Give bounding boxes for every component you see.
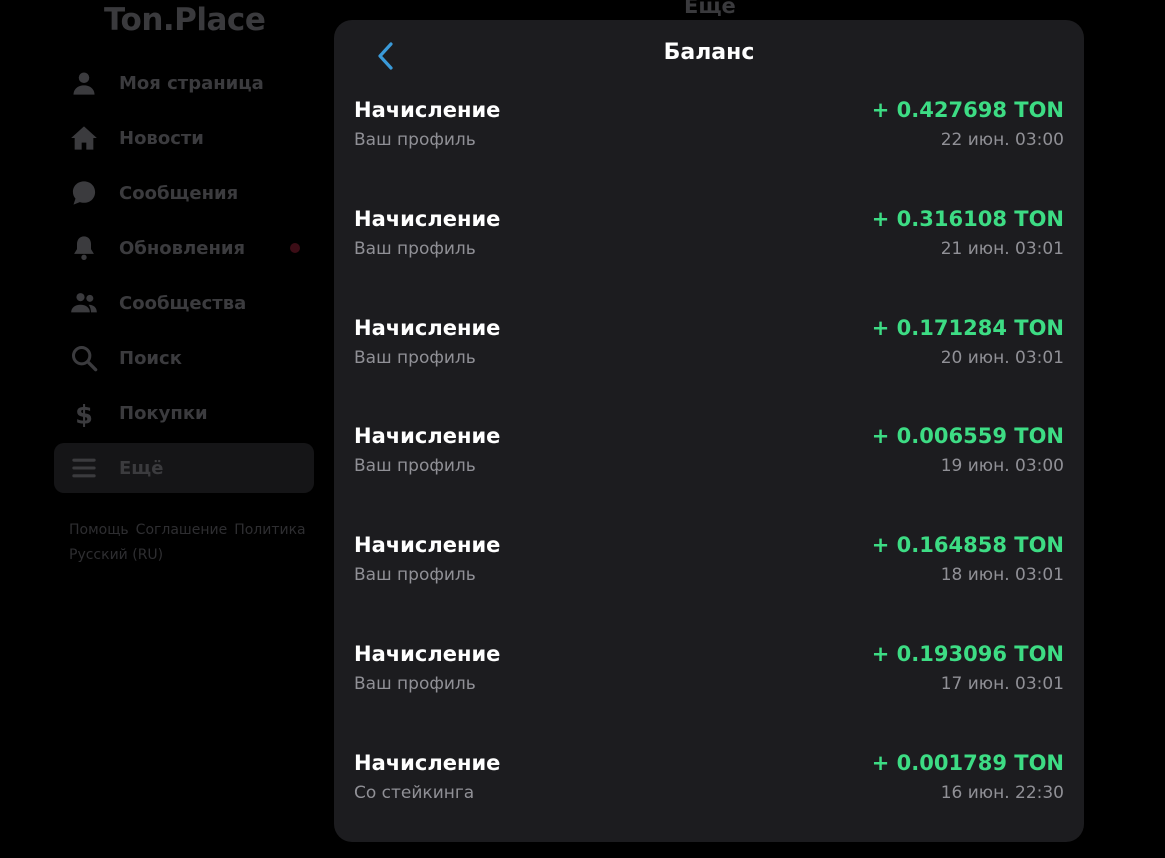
transaction-type: Начисление	[354, 206, 501, 231]
transaction-amount: + 0.171284 TON	[871, 315, 1064, 340]
transaction-amount: + 0.427698 TON	[871, 98, 1064, 122]
transaction-type: Начисление	[354, 315, 501, 340]
language-selector[interactable]: Русский (RU)	[69, 547, 163, 563]
transaction-type: Начисление	[354, 424, 501, 449]
dollar-icon: $	[69, 398, 99, 428]
transaction-row[interactable]: Начисление Ваш профиль + 0.193096 TON 17…	[354, 640, 1064, 749]
footer-link-policy[interactable]: Политика	[234, 522, 305, 538]
footer-link-agreement[interactable]: Соглашение	[136, 522, 228, 538]
sidebar-item-label: Сообщения	[119, 182, 239, 204]
sidebar-item-purchases[interactable]: $ Покупки	[54, 388, 314, 438]
transaction-type: Начисление	[354, 641, 501, 666]
sidebar-item-more[interactable]: Ещё	[54, 443, 314, 493]
transaction-row[interactable]: Начисление Ваш профиль + 0.164858 TON 18…	[354, 531, 1064, 640]
sidebar-item-label: Сообщества	[119, 292, 247, 314]
transaction-amount: + 0.006559 TON	[871, 424, 1064, 449]
user-icon	[69, 68, 99, 98]
transaction-source: Ваш профиль	[354, 565, 476, 586]
sidebar-item-label: Ещё	[119, 457, 164, 479]
notification-dot	[290, 243, 300, 253]
transaction-amount: + 0.193096 TON	[871, 641, 1064, 666]
transaction-amount: + 0.001789 TON	[871, 750, 1064, 775]
footer-link-help[interactable]: Помощь	[69, 522, 129, 538]
app-logo[interactable]: Ton.Place	[104, 2, 266, 38]
transaction-row[interactable]: Начисление Ваш профиль + 0.171284 TON 20…	[354, 314, 1064, 423]
footer-links: Помощь Соглашение Политика Русский (RU)	[69, 518, 319, 568]
sidebar-item-label: Обновления	[119, 237, 246, 259]
sidebar-item-news[interactable]: Новости	[54, 113, 314, 163]
sidebar-item-my-page[interactable]: Моя страница	[54, 58, 314, 108]
transaction-amount: + 0.316108 TON	[871, 206, 1064, 231]
transaction-source: Ваш профиль	[354, 130, 476, 150]
transaction-date: 22 июн. 03:00	[940, 130, 1064, 150]
transaction-date: 16 июн. 22:30	[940, 782, 1064, 803]
home-icon	[69, 123, 99, 153]
transaction-row[interactable]: Начисление Ваш профиль + 0.316108 TON 21…	[354, 205, 1064, 314]
modal-header: Баланс	[334, 20, 1084, 90]
sidebar-item-label: Покупки	[119, 402, 208, 424]
sidebar-item-messages[interactable]: Сообщения	[54, 168, 314, 218]
svg-text:$: $	[75, 401, 93, 428]
transaction-amount: + 0.164858 TON	[871, 533, 1064, 558]
bell-icon	[69, 233, 99, 263]
sidebar-item-label: Новости	[119, 127, 204, 149]
transaction-date: 21 июн. 03:01	[940, 238, 1064, 259]
transaction-type: Начисление	[354, 750, 501, 775]
transaction-source: Ваш профиль	[354, 238, 476, 259]
balance-modal: Баланс Начисление Ваш профиль + 0.427698…	[334, 20, 1084, 842]
sidebar: Моя страница Новости Сообщения Обновлени…	[54, 58, 314, 498]
transaction-row[interactable]: Начисление Со стейкинга + 0.001789 TON 1…	[354, 749, 1064, 842]
sidebar-item-search[interactable]: Поиск	[54, 333, 314, 383]
transaction-type: Начисление	[354, 98, 501, 122]
transaction-source: Со стейкинга	[354, 782, 475, 803]
menu-icon	[69, 453, 99, 483]
transaction-date: 20 июн. 03:01	[940, 347, 1064, 368]
chat-bubble-icon	[69, 178, 99, 208]
transaction-date: 19 июн. 03:00	[940, 456, 1064, 477]
background-page-title: Ещё	[684, 0, 736, 18]
sidebar-item-updates[interactable]: Обновления	[54, 223, 314, 273]
transaction-source: Ваш профиль	[354, 456, 476, 477]
transaction-source: Ваш профиль	[354, 347, 476, 368]
transaction-type: Начисление	[354, 533, 501, 558]
sidebar-item-label: Моя страница	[119, 72, 264, 94]
transaction-date: 17 июн. 03:01	[940, 673, 1064, 694]
search-icon	[69, 343, 99, 373]
app-root: Ton.Place Ещё Моя страница Новости Сообщ…	[0, 0, 1165, 858]
group-icon	[69, 288, 99, 318]
transaction-source: Ваш профиль	[354, 673, 476, 694]
modal-title: Баланс	[663, 40, 755, 65]
sidebar-item-communities[interactable]: Сообщества	[54, 278, 314, 328]
transaction-list: Начисление Ваш профиль + 0.427698 TON 22…	[354, 96, 1064, 842]
sidebar-item-label: Поиск	[119, 347, 182, 369]
transaction-row[interactable]: Начисление Ваш профиль + 0.006559 TON 19…	[354, 422, 1064, 531]
transaction-date: 18 июн. 03:01	[940, 565, 1064, 586]
transaction-row[interactable]: Начисление Ваш профиль + 0.427698 TON 22…	[354, 96, 1064, 205]
